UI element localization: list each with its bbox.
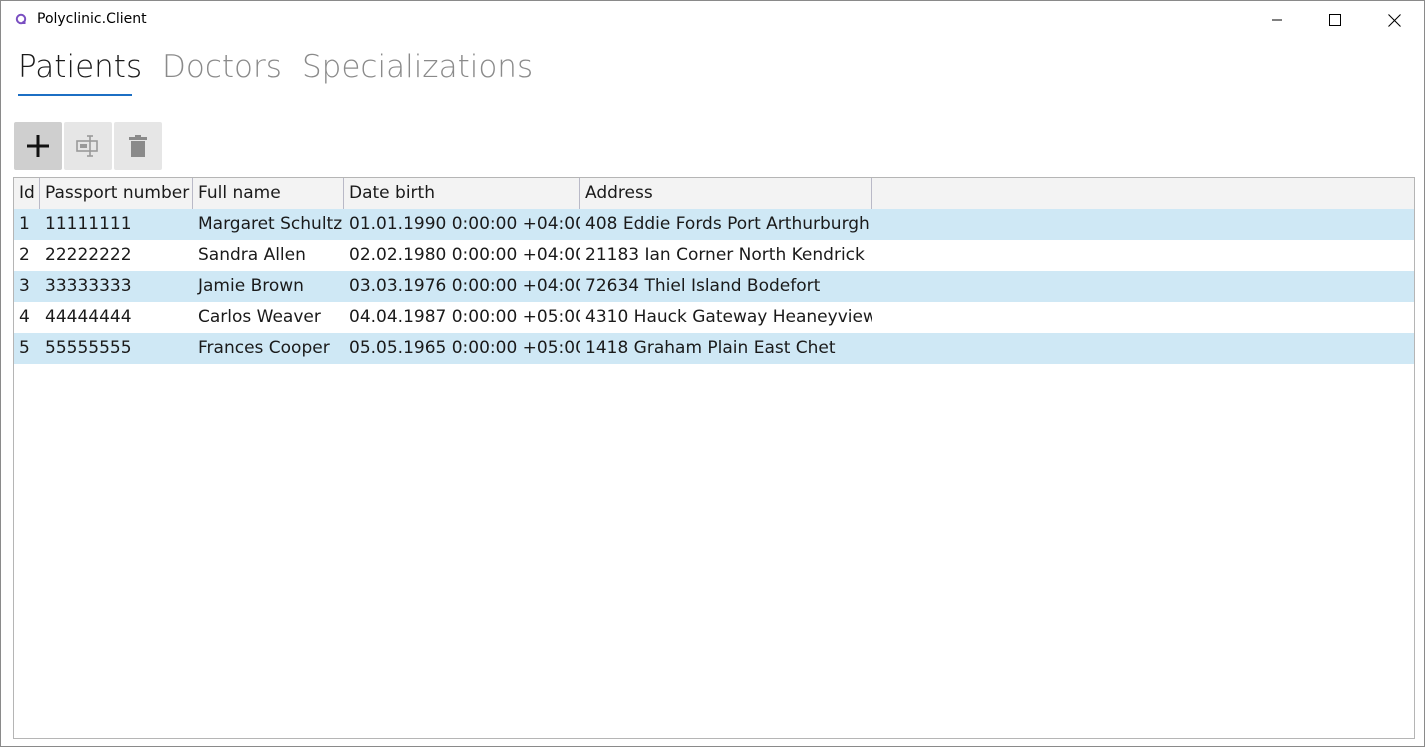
cell-id: 4 — [19, 307, 30, 327]
grid-header: Id Passport number Full name Date birth … — [14, 178, 1414, 209]
cell-id: 5 — [19, 338, 30, 358]
cell-id: 2 — [19, 245, 30, 265]
maximize-button[interactable] — [1306, 1, 1364, 39]
cell-full-name: Margaret Schultz — [198, 214, 343, 234]
table-row[interactable]: 1 11111111 Margaret Schultz 01.01.1990 0… — [14, 209, 1414, 240]
window-title: Polyclinic.Client — [37, 11, 147, 27]
cell-address: 72634 Thiel Island Bodefort — [585, 276, 821, 296]
cell-address: 408 Eddie Fords Port Arthurburgh — [585, 214, 870, 234]
minimize-button[interactable] — [1248, 1, 1306, 39]
cell-passport-number: 55555555 — [45, 338, 132, 358]
app-window: Polyclinic.Client Patients Doctors Speci… — [0, 0, 1425, 747]
cell-id: 3 — [19, 276, 30, 296]
cell-address: 4310 Hauck Gateway Heaneyview — [585, 307, 872, 327]
table-row[interactable]: 5 55555555 Frances Cooper 05.05.1965 0:0… — [14, 333, 1414, 364]
delete-button[interactable] — [114, 122, 162, 170]
cell-full-name: Jamie Brown — [198, 276, 304, 296]
column-header-full-name[interactable]: Full name — [193, 178, 344, 209]
tab-specializations[interactable]: Specializations — [302, 49, 533, 85]
plus-icon — [27, 135, 49, 157]
cell-passport-number: 44444444 — [45, 307, 132, 327]
column-header-address[interactable]: Address — [580, 178, 872, 209]
table-row[interactable]: 3 33333333 Jamie Brown 03.03.1976 0:00:0… — [14, 271, 1414, 302]
polyclinic-app-icon — [15, 13, 27, 25]
cell-full-name: Sandra Allen — [198, 245, 306, 265]
table-row[interactable]: 4 44444444 Carlos Weaver 04.04.1987 0:00… — [14, 302, 1414, 333]
cell-passport-number: 11111111 — [45, 214, 132, 234]
cell-date-birth: 05.05.1965 0:00:00 +05:00 — [349, 338, 580, 358]
patients-grid[interactable]: Id Passport number Full name Date birth … — [13, 177, 1415, 739]
title-bar[interactable]: Polyclinic.Client — [1, 1, 1424, 39]
column-header-id[interactable]: Id — [14, 178, 40, 209]
cell-date-birth: 02.02.1980 0:00:00 +04:00 — [349, 245, 580, 265]
close-icon — [1387, 13, 1401, 27]
cell-id: 1 — [19, 214, 30, 234]
minimize-icon — [1272, 19, 1282, 21]
tab-doctors[interactable]: Doctors — [162, 49, 282, 85]
cell-full-name: Frances Cooper — [198, 338, 330, 358]
trash-icon — [129, 135, 147, 157]
cell-passport-number: 22222222 — [45, 245, 132, 265]
column-header-date-birth[interactable]: Date birth — [344, 178, 580, 209]
edit-button[interactable] — [64, 122, 112, 170]
cell-date-birth: 03.03.1976 0:00:00 +04:00 — [349, 276, 580, 296]
cell-date-birth: 01.01.1990 0:00:00 +04:00 — [349, 214, 580, 234]
close-button[interactable] — [1365, 1, 1423, 39]
tab-patients[interactable]: Patients — [18, 49, 142, 85]
column-header-passport-number[interactable]: Passport number — [40, 178, 193, 209]
edit-icon — [76, 135, 98, 157]
cell-full-name: Carlos Weaver — [198, 307, 321, 327]
cell-address: 21183 Ian Corner North Kendrick — [585, 245, 865, 265]
add-button[interactable] — [14, 122, 62, 170]
table-row[interactable]: 2 22222222 Sandra Allen 02.02.1980 0:00:… — [14, 240, 1414, 271]
maximize-icon — [1329, 14, 1341, 26]
cell-passport-number: 33333333 — [45, 276, 132, 296]
active-tab-indicator — [18, 94, 132, 96]
cell-date-birth: 04.04.1987 0:00:00 +05:00 — [349, 307, 580, 327]
cell-address: 1418 Graham Plain East Chet — [585, 338, 836, 358]
